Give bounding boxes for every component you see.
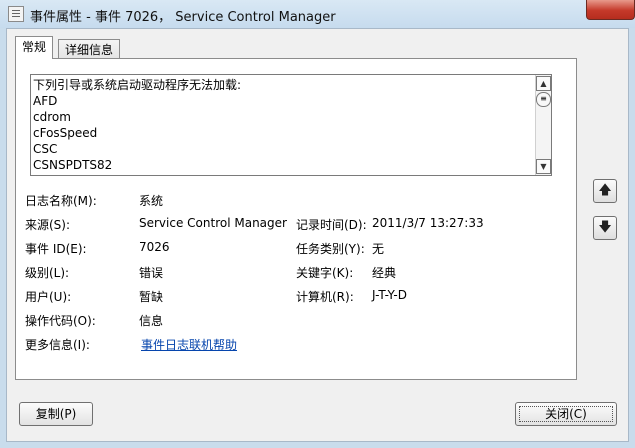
next-event-button[interactable]: 🡇 xyxy=(593,216,617,240)
title-bar: 事件属性 - 事件 7026， Service Control Manager xyxy=(0,0,635,28)
level-value: 错误 xyxy=(139,266,164,280)
opcode-label: 操作代码(O): xyxy=(25,314,96,328)
keywords-value: 经典 xyxy=(372,266,397,280)
log-name-label: 日志名称(M): xyxy=(25,194,97,208)
description-scrollbar[interactable]: ▲ ≡ ▼ xyxy=(535,75,551,175)
tab-details[interactable]: 详细信息 xyxy=(58,39,121,59)
log-name-value: 系统 xyxy=(139,194,164,208)
description-line: AFD xyxy=(33,94,58,108)
copy-button[interactable]: 复制(P) xyxy=(19,402,93,426)
user-value: 暂缺 xyxy=(139,290,164,304)
logged-label: 记录时间(D): xyxy=(296,218,367,232)
more-info-label: 更多信息(I): xyxy=(25,338,90,352)
tab-general[interactable]: 常规 xyxy=(15,36,54,59)
event-description-box[interactable]: 下列引导或系统启动驱动程序无法加载: AFD cdrom cFosSpeed C… xyxy=(30,74,552,176)
event-log-online-help-link[interactable]: 事件日志联机帮助 xyxy=(141,336,237,353)
arrow-up-icon: 🡅 xyxy=(598,183,612,198)
description-line: 下列引导或系统启动驱动程序无法加载: xyxy=(33,78,242,92)
scroll-up-icon[interactable]: ▲ xyxy=(536,76,551,91)
opcode-value: 信息 xyxy=(139,314,164,328)
focus-ring xyxy=(519,406,613,422)
computer-label: 计算机(R): xyxy=(296,290,354,304)
level-label: 级别(L): xyxy=(25,266,70,280)
event-properties-icon xyxy=(8,6,24,22)
arrow-down-icon: 🡇 xyxy=(598,220,612,235)
event-id-label: 事件 ID(E): xyxy=(25,242,87,256)
description-line: CSC xyxy=(33,142,58,156)
close-button[interactable]: 关闭(C) xyxy=(515,402,617,426)
scroll-down-icon[interactable]: ▼ xyxy=(536,159,551,174)
user-label: 用户(U): xyxy=(25,290,72,304)
task-category-value: 无 xyxy=(372,242,385,256)
window-title: 事件属性 - 事件 7026， Service Control Manager xyxy=(30,10,336,25)
keywords-label: 关键字(K): xyxy=(296,266,354,280)
description-line: cFosSpeed xyxy=(33,126,98,140)
window-close-button[interactable] xyxy=(586,0,635,20)
event-description: 下列引导或系统启动驱动程序无法加载: AFD cdrom cFosSpeed C… xyxy=(33,77,241,173)
source-value: Service Control Manager xyxy=(139,216,287,230)
scroll-thumb[interactable]: ≡ xyxy=(536,92,551,107)
task-category-label: 任务类别(Y): xyxy=(296,242,365,256)
copy-button-label: 复制(P) xyxy=(35,407,77,421)
source-label: 来源(S): xyxy=(25,218,71,232)
logged-value: 2011/3/7 13:27:33 xyxy=(372,216,484,230)
previous-event-button[interactable]: 🡅 xyxy=(593,179,617,203)
description-line: cdrom xyxy=(33,110,71,124)
description-line: CSNSPDTS82 xyxy=(33,158,113,172)
computer-value: J-T-Y-D xyxy=(372,288,407,302)
event-id-value: 7026 xyxy=(139,240,170,254)
